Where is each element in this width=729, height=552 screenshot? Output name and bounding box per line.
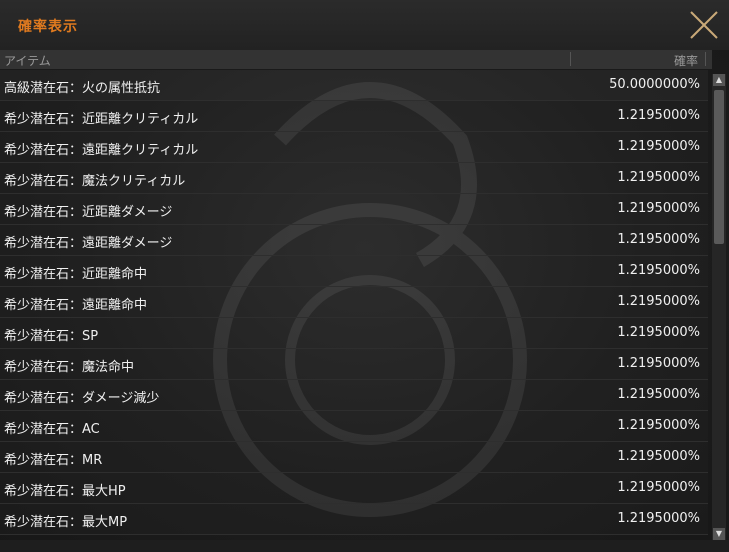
item-rate: 1.2195000% <box>617 170 700 185</box>
item-name: 希少潜在石：近距離クリティカル <box>4 112 199 127</box>
item-name: 希少潜在石：AC <box>4 422 100 437</box>
vertical-scrollbar[interactable]: ▲ ▼ <box>712 74 726 540</box>
item-name: 希少潜在石：SP <box>4 329 99 344</box>
item-name: 希少潜在石：最大MP <box>4 515 128 530</box>
item-rate: 1.2195000% <box>617 201 700 216</box>
item-rate: 1.2195000% <box>617 387 700 402</box>
list-item[interactable]: 希少潜在石：MR 1.2195000% <box>0 442 708 473</box>
item-rate: 1.2195000% <box>617 325 700 340</box>
close-button[interactable] <box>687 8 721 42</box>
list-item[interactable]: 希少潜在石：遠距離クリティカル 1.2195000% <box>0 132 708 163</box>
item-name: 希少潜在石：最大HP <box>4 484 126 499</box>
item-rate: 1.2195000% <box>617 294 700 309</box>
list-item[interactable]: 希少潜在石：遠距離命中 1.2195000% <box>0 287 708 318</box>
item-rate: 1.2195000% <box>617 449 700 464</box>
list-item[interactable]: 希少潜在石：SP 1.2195000% <box>0 318 708 349</box>
scrollbar-thumb[interactable] <box>714 90 724 244</box>
item-rate: 50.0000000% <box>609 77 700 92</box>
list-item[interactable]: 希少潜在石：近距離ダメージ 1.2195000% <box>0 194 708 225</box>
column-header-item[interactable]: アイテム <box>4 52 51 69</box>
item-name: 希少潜在石：魔法クリティカル <box>4 174 186 189</box>
list-item[interactable]: 高級潜在石：火の属性抵抗 50.0000000% <box>0 70 708 101</box>
item-name: 希少潜在石：MR <box>4 453 103 468</box>
item-name: 希少潜在石：ダメージ減少 <box>4 391 160 406</box>
list-item[interactable]: 希少潜在石：魔法クリティカル 1.2195000% <box>0 163 708 194</box>
column-header-rate[interactable]: 確率 <box>674 52 698 69</box>
window-title: 確率表示 <box>18 19 78 35</box>
item-name: 希少潜在石：遠距離命中 <box>4 298 148 313</box>
item-name: 希少潜在石：遠距離ダメージ <box>4 236 173 251</box>
scroll-up-icon[interactable]: ▲ <box>713 74 725 86</box>
title-bar: 確率表示 <box>0 0 729 50</box>
list-item[interactable]: 希少潜在石：ダメージ減少 1.2195000% <box>0 380 708 411</box>
item-rate: 1.2195000% <box>617 511 700 526</box>
list-item[interactable]: 希少潜在石：近距離命中 1.2195000% <box>0 256 708 287</box>
list-item[interactable]: 希少潜在石：最大MP 1.2195000% <box>0 504 708 535</box>
list-item[interactable]: 希少潜在石：魔法命中 1.2195000% <box>0 349 708 380</box>
item-rate: 1.2195000% <box>617 356 700 371</box>
item-name: 希少潜在石：魔法命中 <box>4 360 135 375</box>
dialog-footer <box>0 540 729 552</box>
item-name: 希少潜在石：近距離ダメージ <box>4 205 173 220</box>
item-name: 希少潜在石：遠距離クリティカル <box>4 143 199 158</box>
list-item[interactable]: 希少潜在石：近距離クリティカル 1.2195000% <box>0 101 708 132</box>
item-name: 高級潜在石：火の属性抵抗 <box>4 81 161 96</box>
column-divider <box>705 52 706 66</box>
list-item[interactable]: 希少潜在石：AC 1.2195000% <box>0 411 708 442</box>
item-rate: 1.2195000% <box>617 139 700 154</box>
item-rate: 1.2195000% <box>617 232 700 247</box>
item-rate: 1.2195000% <box>617 108 700 123</box>
list-header: アイテム 確率 <box>0 50 712 70</box>
item-rate: 1.2195000% <box>617 263 700 278</box>
close-icon <box>690 11 718 39</box>
scroll-down-icon[interactable]: ▼ <box>713 528 725 540</box>
list-item[interactable]: 希少潜在石：遠距離ダメージ 1.2195000% <box>0 225 708 256</box>
probability-dialog: 確率表示 アイテム 確率 高級潜在石：火の属性抵抗 50.0000000% 希少潜… <box>0 0 729 552</box>
list-item[interactable]: 希少潜在石：最大HP 1.2195000% <box>0 473 708 504</box>
item-rate: 1.2195000% <box>617 418 700 433</box>
item-name: 希少潜在石：近距離命中 <box>4 267 148 282</box>
item-list: 高級潜在石：火の属性抵抗 50.0000000% 希少潜在石：近距離クリティカル 1… <box>0 70 708 540</box>
item-rate: 1.2195000% <box>617 480 700 495</box>
column-divider <box>570 52 571 66</box>
